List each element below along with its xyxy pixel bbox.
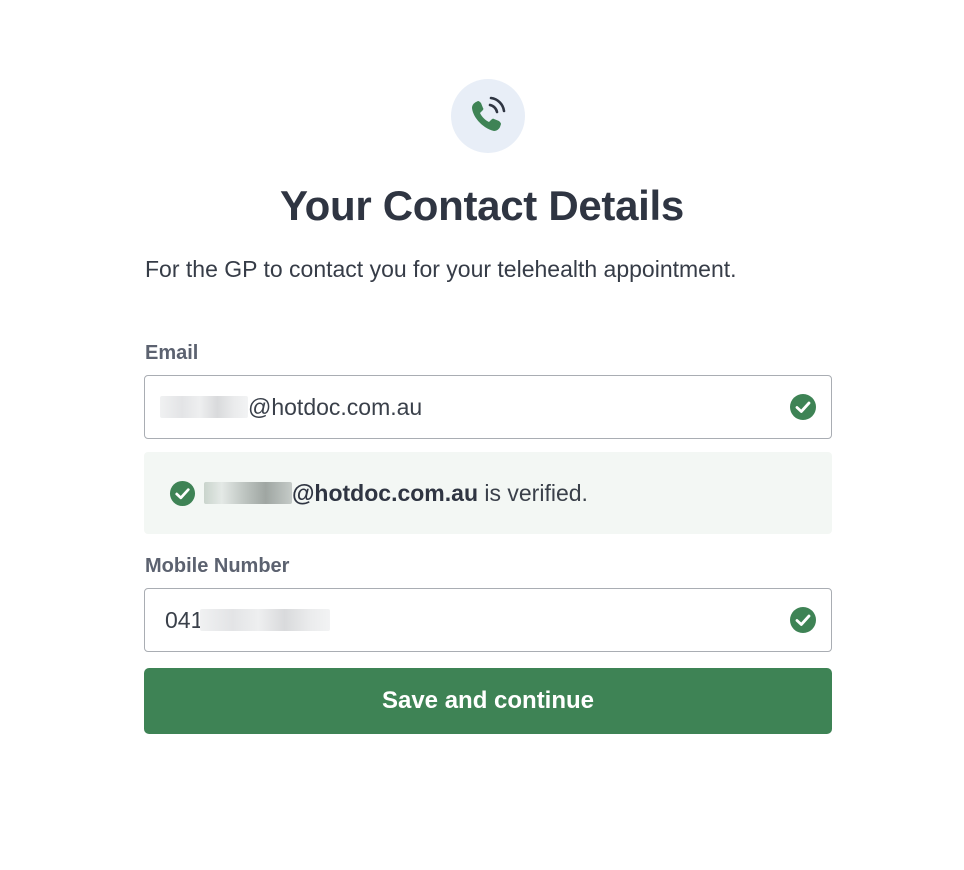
verified-email-redacted-part (204, 482, 292, 504)
email-label: Email (145, 342, 199, 364)
verified-email: @hotdoc.com.au (292, 479, 478, 506)
email-value: @hotdoc.com.au (248, 393, 423, 420)
phone-call-icon (451, 79, 525, 153)
page-subtitle: For the GP to contact you for your teleh… (145, 256, 737, 282)
mobile-redacted-part (200, 609, 331, 631)
email-redacted-part (160, 396, 248, 418)
page-title: Your Contact Details (280, 182, 684, 229)
email-verified-notice: @hotdoc.com.au is verified. (144, 452, 832, 534)
mobile-number-field[interactable]: 041 (144, 588, 832, 652)
save-and-continue-button[interactable]: Save and continue (144, 668, 832, 734)
mobile-label: Mobile Number (145, 555, 290, 577)
check-circle-icon (790, 394, 816, 420)
mobile-value: 041 (165, 606, 204, 633)
check-circle-icon (790, 607, 816, 633)
check-circle-icon (169, 480, 196, 506)
verified-message: is verified. (478, 479, 588, 506)
contact-details-page: Your Contact Details For the GP to conta… (0, 0, 964, 870)
email-field[interactable]: @hotdoc.com.au (144, 375, 832, 439)
